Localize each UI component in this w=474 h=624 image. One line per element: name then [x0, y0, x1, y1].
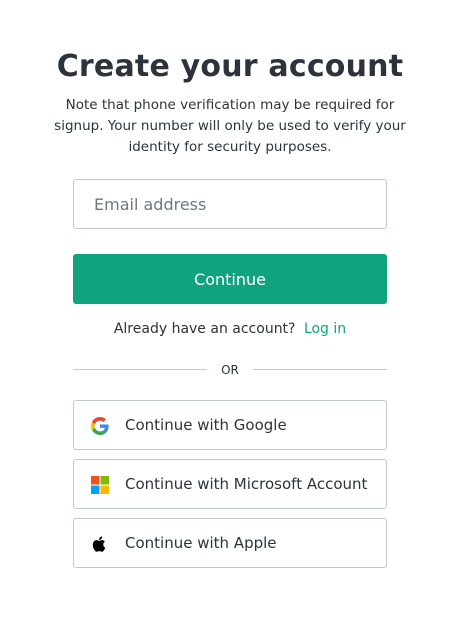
microsoft-button-label: Continue with Microsoft Account: [125, 475, 368, 493]
login-link[interactable]: Log in: [304, 321, 346, 337]
or-divider: OR: [73, 361, 387, 379]
continue-with-microsoft-button[interactable]: Continue with Microsoft Account: [73, 459, 387, 509]
apple-icon: [91, 535, 109, 553]
email-field[interactable]: [73, 179, 387, 229]
divider-line-right: [253, 369, 387, 370]
login-prompt-line: Already have an account? Log in: [73, 321, 387, 337]
apple-button-label: Continue with Apple: [125, 534, 277, 552]
continue-button[interactable]: Continue: [73, 254, 387, 304]
google-button-label: Continue with Google: [125, 416, 287, 434]
google-icon: [91, 417, 109, 435]
login-prompt-text: Already have an account?: [113, 321, 296, 337]
microsoft-icon: [91, 476, 109, 494]
continue-with-apple-button[interactable]: Continue with Apple: [73, 518, 387, 568]
page-title: Create your account: [56, 49, 404, 84]
divider-label: OR: [221, 363, 239, 377]
continue-with-google-button[interactable]: Continue with Google: [73, 400, 387, 450]
page-subtitle: Note that phone verification may be requ…: [54, 97, 406, 155]
